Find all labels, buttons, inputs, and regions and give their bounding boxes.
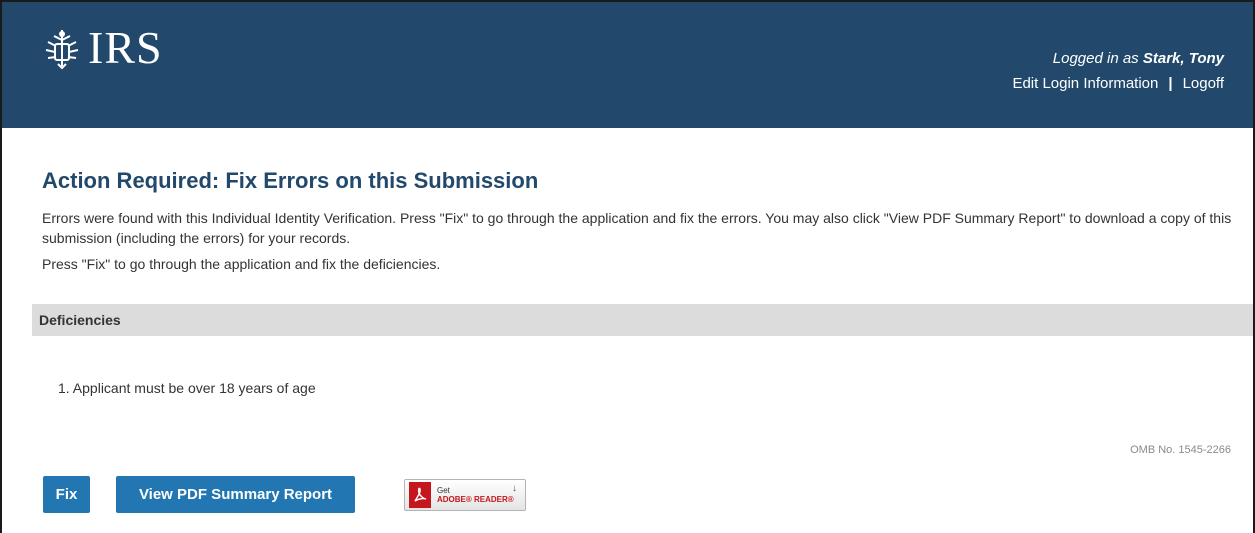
deficiency-item: 1. Applicant must be over 18 years of ag… bbox=[58, 380, 316, 396]
login-info: Logged in as Stark, Tony Edit Login Info… bbox=[1012, 50, 1224, 92]
logo-text: IRS bbox=[88, 22, 163, 73]
get-adobe-reader-link[interactable]: Get ADOBE® READER® ↓ bbox=[404, 479, 526, 511]
deficiencies-header: Deficiencies bbox=[32, 304, 1253, 336]
adobe-get-label: Get bbox=[437, 486, 450, 495]
logged-in-status: Logged in as Stark, Tony bbox=[1012, 50, 1224, 67]
adobe-pdf-icon bbox=[409, 482, 431, 508]
logged-in-prefix: Logged in as bbox=[1052, 50, 1143, 67]
irs-logo[interactable]: IRS bbox=[42, 22, 163, 73]
error-description: Errors were found with this Individual I… bbox=[42, 210, 1232, 246]
eagle-emblem-icon bbox=[45, 30, 79, 70]
page-title: Action Required: Fix Errors on this Subm… bbox=[42, 168, 539, 193]
deficiencies-heading: Deficiencies bbox=[39, 312, 121, 328]
edit-login-link[interactable]: Edit Login Information bbox=[1012, 75, 1158, 92]
logoff-link[interactable]: Logoff bbox=[1183, 75, 1224, 92]
user-name: Stark, Tony bbox=[1142, 50, 1224, 67]
fix-button[interactable]: Fix bbox=[43, 476, 90, 513]
link-separator: | bbox=[1168, 75, 1173, 92]
view-pdf-summary-button[interactable]: View PDF Summary Report bbox=[116, 476, 355, 513]
adobe-product-label: ADOBE® READER® bbox=[437, 495, 514, 504]
adobe-badge-text: Get ADOBE® READER® bbox=[437, 486, 514, 504]
description-block: Errors were found with this Individual I… bbox=[42, 208, 1237, 280]
download-arrow-icon: ↓ bbox=[512, 483, 517, 494]
account-links: Edit Login Information | Logoff bbox=[1012, 75, 1224, 92]
fix-instruction: Press "Fix" to go through the applicatio… bbox=[42, 256, 441, 272]
acrobat-symbol-icon bbox=[414, 487, 427, 502]
site-header: IRS Logged in as Stark, Tony Edit Login … bbox=[2, 2, 1253, 128]
omb-number: OMB No. 1545-2266 bbox=[1130, 444, 1231, 456]
